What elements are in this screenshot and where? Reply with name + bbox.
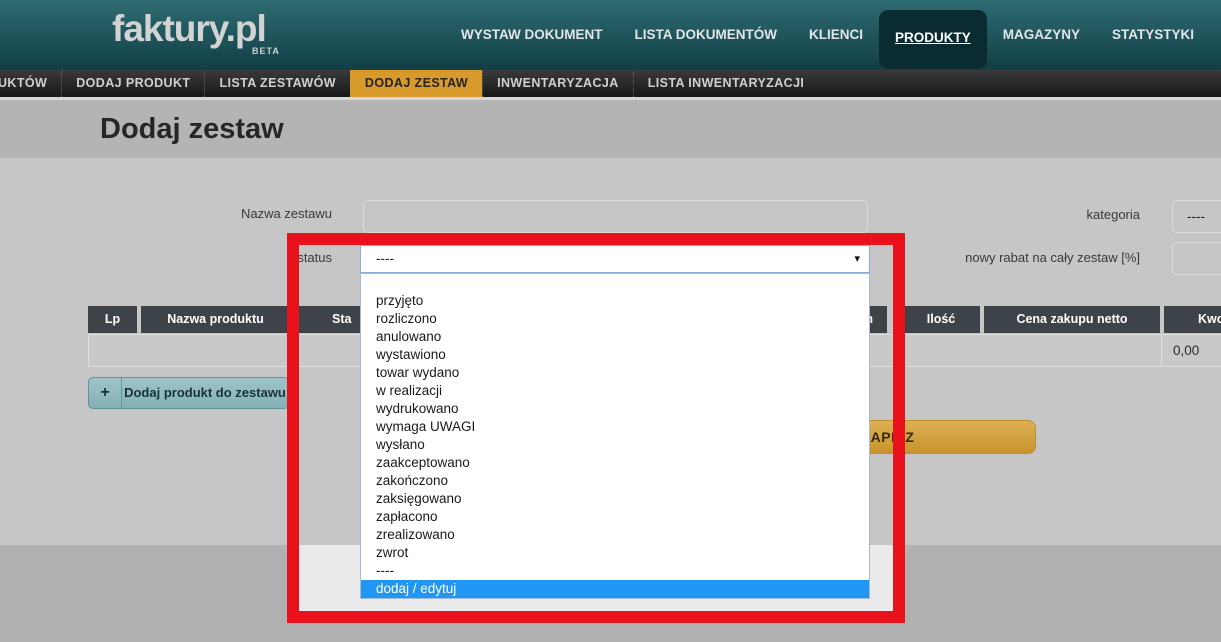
beta-badge: BETA <box>252 46 280 56</box>
table-header-cena-zakupu-netto: Cena zakupu netto <box>984 306 1160 333</box>
nav-klienci[interactable]: KLIENCI <box>793 0 879 70</box>
add-product-button[interactable]: + Dodaj produkt do zestawu <box>88 377 289 409</box>
chevron-down-icon: ▾ <box>854 246 860 272</box>
dropdown-option-highlighted[interactable]: dodaj / edytuj <box>361 580 869 598</box>
sub-navbar: UKTÓW DODAJ PRODUKT LISTA ZESTAWÓW DODAJ… <box>0 70 1221 97</box>
nav-magazyny[interactable]: MAGAZYNY <box>987 0 1096 70</box>
rabat-input[interactable] <box>1172 242 1221 275</box>
dropdown-option[interactable]: towar wydano <box>361 364 869 382</box>
dropdown-option[interactable]: wysłano <box>361 436 869 454</box>
dropdown-option[interactable]: rozliczono <box>361 310 869 328</box>
nav-statystyki[interactable]: STATYSTYKI <box>1096 0 1210 70</box>
subnav-dodaj-produkt[interactable]: DODAJ PRODUKT <box>61 70 204 97</box>
dropdown-option[interactable]: przyjęto <box>361 292 869 310</box>
nav-lista-dokumentow[interactable]: LISTA DOKUMENTÓW <box>619 0 793 70</box>
nav-ustawienia[interactable]: USTA <box>1210 0 1221 70</box>
subnav-lista-zestawow[interactable]: LISTA ZESTAWÓW <box>204 70 349 97</box>
dropdown-option[interactable]: zakończono <box>361 472 869 490</box>
kwota-cell: 0,00 <box>1173 335 1199 366</box>
nav-wystaw-dokument[interactable]: WYSTAW DOKUMENT <box>445 0 619 70</box>
table-header-ilosc: Ilość <box>902 306 980 333</box>
subnav-dodaj-zestaw[interactable]: DODAJ ZESTAW <box>350 70 482 97</box>
subnav-lista-produktow[interactable]: UKTÓW <box>0 70 61 97</box>
dropdown-option[interactable]: w realizacji <box>361 382 869 400</box>
logo-text: faktury.pl <box>112 8 266 49</box>
plus-icon: + <box>89 378 122 408</box>
nazwa-zestawu-input[interactable] <box>363 200 868 233</box>
dropdown-option[interactable]: ---- <box>361 562 869 580</box>
row-cell-divider <box>1161 335 1162 366</box>
subnav-inwentaryzacja[interactable]: INWENTARYZACJA <box>482 70 633 97</box>
kategoria-label: kategoria <box>940 207 1140 222</box>
rabat-label: nowy rabat na cały zestaw [%] <box>940 250 1140 265</box>
logo[interactable]: faktury.pl BETA <box>112 8 266 50</box>
nav-produkty[interactable]: PRODUKTY <box>879 10 987 69</box>
top-nav: WYSTAW DOKUMENT LISTA DOKUMENTÓW KLIENCI… <box>445 0 1221 70</box>
status-select-value: ---- <box>376 251 394 266</box>
top-navbar: faktury.pl BETA WYSTAW DOKUMENT LISTA DO… <box>0 0 1221 70</box>
table-header-kwota-truncated: Kwo <box>1164 306 1221 333</box>
nazwa-zestawu-label: Nazwa zestawu <box>132 206 332 221</box>
status-select[interactable]: ---- ▾ <box>360 245 870 273</box>
app-root: faktury.pl BETA WYSTAW DOKUMENT LISTA DO… <box>0 0 1221 642</box>
status-dropdown-panel: przyjęto rozliczono anulowano wystawiono… <box>360 273 870 599</box>
dropdown-option[interactable]: zapłacono <box>361 508 869 526</box>
add-product-label: Dodaj produkt do zestawu <box>122 378 288 408</box>
kategoria-select[interactable]: ---- <box>1172 200 1221 233</box>
title-band: Dodaj zestaw <box>0 100 1221 158</box>
dropdown-option[interactable]: zrealizowano <box>361 526 869 544</box>
table-header-nazwa-produktu: Nazwa produktu <box>141 306 290 333</box>
dropdown-option-empty[interactable] <box>361 274 869 292</box>
dropdown-option[interactable]: wymaga UWAGI <box>361 418 869 436</box>
dropdown-option[interactable]: zaksięgowano <box>361 490 869 508</box>
status-label: status <box>132 250 332 265</box>
page-title: Dodaj zestaw <box>100 100 284 158</box>
subnav-lista-inwentaryzacji[interactable]: LISTA INWENTARYZACJI <box>633 70 819 97</box>
table-header-lp: Lp <box>88 306 137 333</box>
dropdown-option[interactable]: wydrukowano <box>361 400 869 418</box>
dropdown-option[interactable]: zaakceptowano <box>361 454 869 472</box>
dropdown-option[interactable]: anulowano <box>361 328 869 346</box>
dropdown-option[interactable]: zwrot <box>361 544 869 562</box>
dropdown-option[interactable]: wystawiono <box>361 346 869 364</box>
